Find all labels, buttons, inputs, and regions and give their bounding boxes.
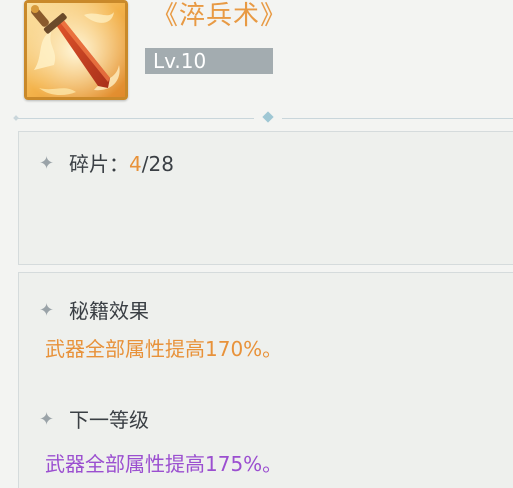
fragments-total: 28 [148, 152, 174, 176]
sparkle-icon: ✦ [39, 300, 55, 321]
fragments-panel: ✦ 碎片：4/28 [18, 131, 513, 265]
effect-text: 武器全部属性提高170%。 [45, 337, 283, 361]
item-title: 《淬兵术》 [152, 1, 288, 31]
sparkle-icon: ✦ [39, 409, 55, 430]
divider-end-dot [13, 115, 19, 121]
fragments-current: 4 [129, 152, 142, 176]
item-icon [24, 0, 128, 100]
divider-line-left [16, 118, 254, 119]
divider-diamond-icon [262, 111, 274, 123]
next-level-text: 武器全部属性提高175%。 [45, 452, 283, 476]
sparkle-icon: ✦ [39, 153, 55, 174]
fragments-label: 碎片： [69, 152, 129, 176]
effects-panel: ✦ 秘籍效果 武器全部属性提高170%。 ✦ 下一等级 武器全部属性提高175%… [18, 272, 513, 488]
flaming-sword-icon [24, 0, 128, 100]
divider-line-right [282, 118, 513, 119]
level-badge: Lv.10 [145, 48, 273, 74]
next-level-heading: 下一等级 [69, 408, 149, 432]
fragments-count: 碎片：4/28 [69, 152, 174, 176]
effect-heading: 秘籍效果 [69, 299, 149, 323]
